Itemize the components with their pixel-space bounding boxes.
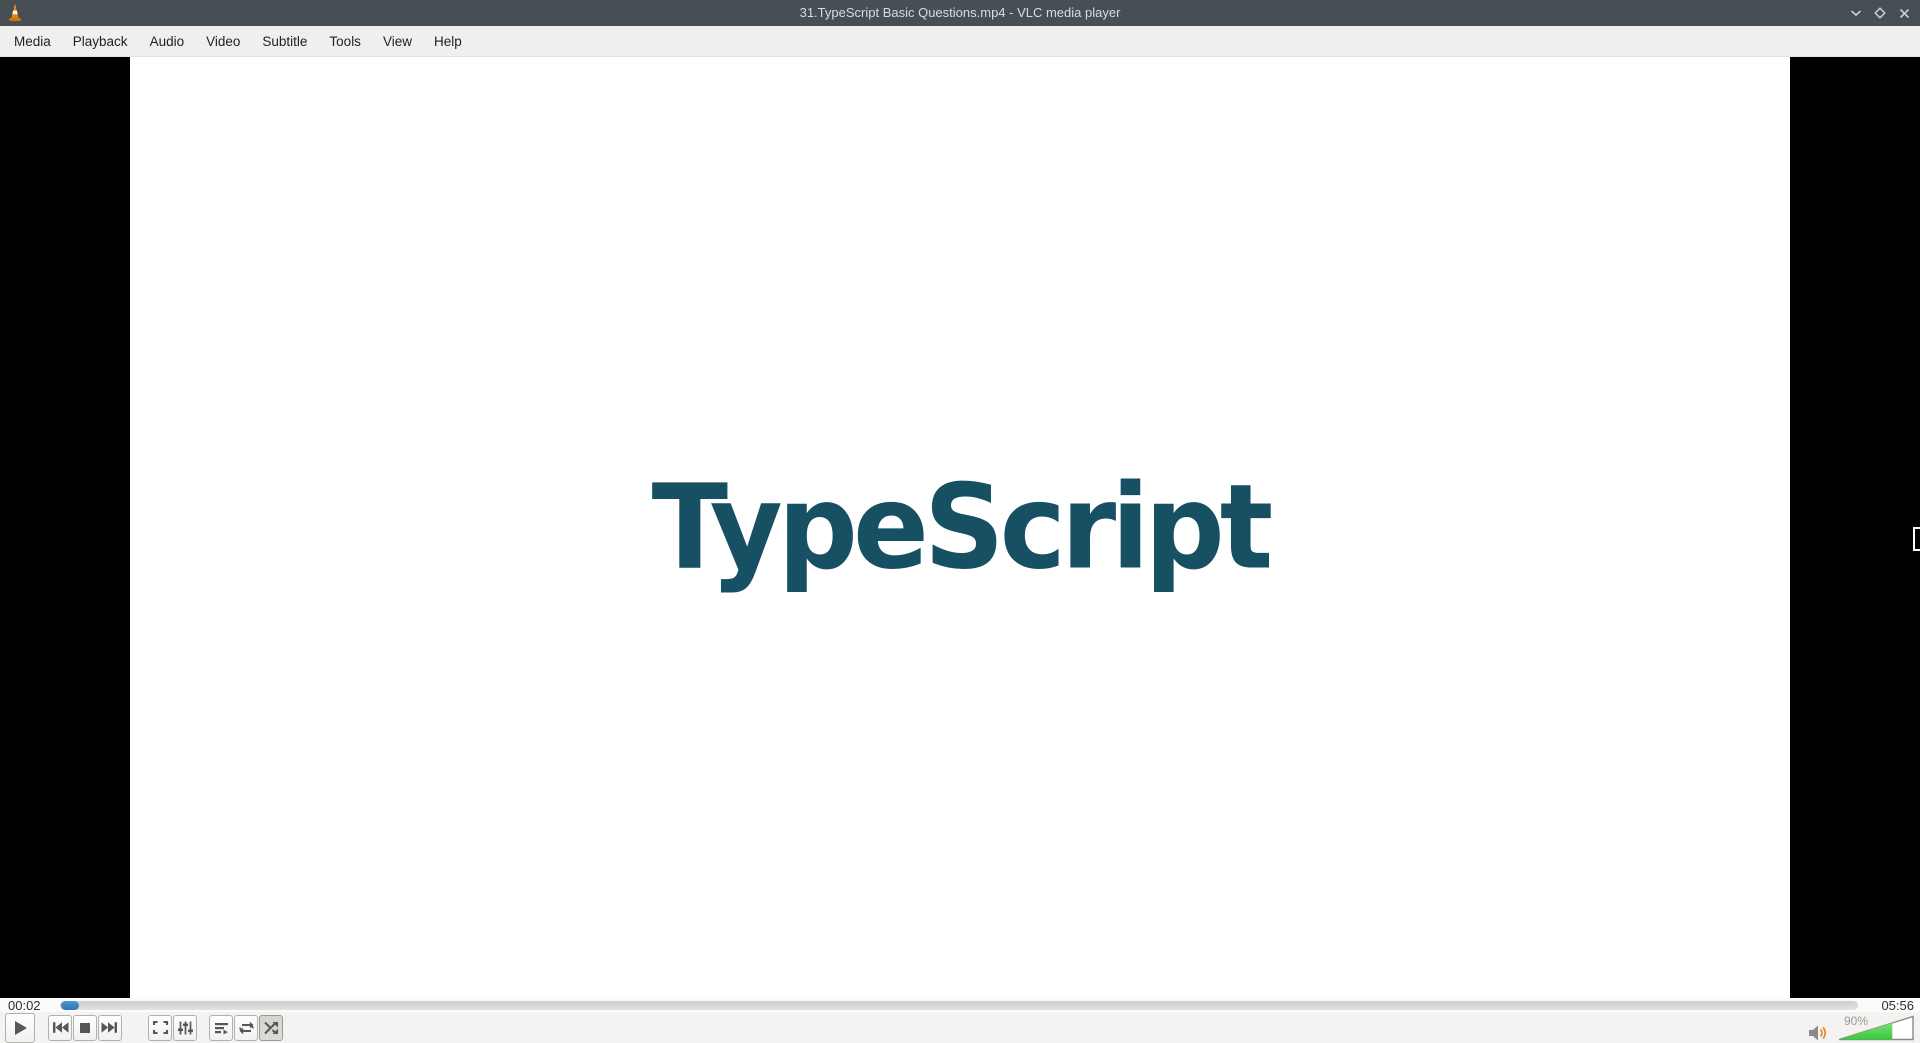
- menu-help[interactable]: Help: [423, 26, 473, 57]
- window-title: 31.TypeScript Basic Questions.mp4 - VLC …: [799, 5, 1121, 20]
- previous-icon: [53, 1022, 69, 1033]
- video-area[interactable]: TypeScript: [0, 57, 1920, 998]
- playlist-icon: [214, 1022, 228, 1034]
- video-surface[interactable]: TypeScript: [130, 57, 1790, 998]
- maximize-icon: [1874, 7, 1886, 19]
- fullscreen-icon: [152, 1020, 168, 1035]
- equalizer-icon: [177, 1021, 193, 1034]
- menu-subtitle[interactable]: Subtitle: [251, 26, 318, 57]
- playlist-button[interactable]: [209, 1014, 233, 1041]
- loop-icon: [238, 1021, 254, 1034]
- play-button[interactable]: [5, 1012, 35, 1043]
- next-icon: [101, 1022, 117, 1033]
- seek-slider[interactable]: [60, 1000, 1858, 1010]
- fullscreen-button[interactable]: [148, 1014, 172, 1041]
- vlc-window: 31.TypeScript Basic Questions.mp4 - VLC …: [0, 0, 1920, 1043]
- menu-video[interactable]: Video: [195, 26, 251, 57]
- seek-progress-fill: [61, 1000, 79, 1010]
- loop-button[interactable]: [234, 1014, 258, 1041]
- mouse-cursor-artifact: [1913, 527, 1920, 551]
- equalizer-button[interactable]: [173, 1014, 197, 1041]
- volume-slider[interactable]: [1838, 1015, 1914, 1041]
- menu-tools[interactable]: Tools: [318, 26, 372, 57]
- menu-audio[interactable]: Audio: [139, 26, 196, 57]
- speaker-icon: [1809, 1025, 1827, 1041]
- shuffle-button[interactable]: [259, 1014, 283, 1041]
- typescript-logo-text: TypeScript: [651, 459, 1274, 596]
- stop-icon: [80, 1022, 90, 1033]
- titlebar: 31.TypeScript Basic Questions.mp4 - VLC …: [0, 0, 1920, 26]
- minimize-icon: [1850, 10, 1862, 17]
- total-time: 05:56: [1881, 997, 1914, 1013]
- shuffle-icon: [263, 1021, 278, 1034]
- close-button[interactable]: [1892, 0, 1916, 26]
- maximize-button[interactable]: [1868, 0, 1892, 26]
- volume-fill-rect: [1839, 1016, 1893, 1040]
- next-button[interactable]: [98, 1014, 122, 1041]
- close-icon: [1899, 8, 1909, 18]
- menu-playback[interactable]: Playback: [62, 26, 139, 57]
- menu-media[interactable]: Media: [3, 26, 62, 57]
- controls-toolbar: 90%: [0, 1012, 1920, 1043]
- minimize-button[interactable]: [1844, 0, 1868, 26]
- stop-button[interactable]: [73, 1014, 97, 1041]
- previous-button[interactable]: [48, 1014, 72, 1041]
- elapsed-time: 00:02: [8, 997, 41, 1013]
- play-icon: [15, 1020, 27, 1035]
- seek-row: 00:02 05:56: [0, 997, 1920, 1013]
- menubar: Media Playback Audio Video Subtitle Tool…: [0, 26, 1920, 57]
- menu-view[interactable]: View: [372, 26, 423, 57]
